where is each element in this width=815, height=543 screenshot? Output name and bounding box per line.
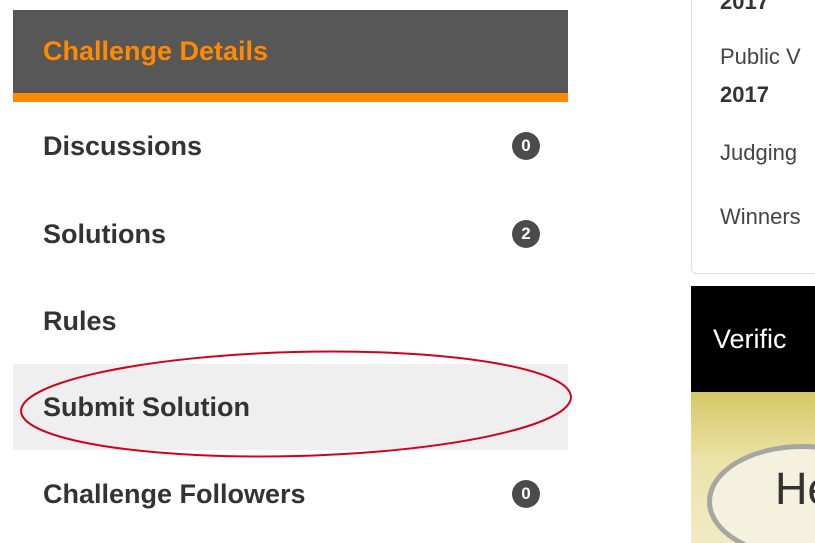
count-badge: 2 <box>512 220 540 248</box>
bubble-text: He <box>775 463 815 514</box>
challenge-dates-panel: 2017 Public V 2017 Judging Winners <box>691 0 815 274</box>
date-text: 2017 <box>720 0 769 14</box>
sidebar-item-label: Discussions <box>43 130 203 161</box>
judging-label: Judging <box>720 140 798 165</box>
challenge-sidebar: Challenge Details Discussions 0 Solution… <box>13 10 568 538</box>
public-voting-label: Public V <box>720 44 801 69</box>
verification-title: Verific <box>691 286 815 392</box>
sidebar-item-label: Solutions <box>43 218 166 249</box>
count-badge: 0 <box>512 480 540 508</box>
sidebar-header[interactable]: Challenge Details <box>13 10 568 102</box>
sidebar-item-label: Challenge Followers <box>43 478 306 509</box>
sidebar-item-rules[interactable]: Rules <box>13 278 568 364</box>
sidebar-item-label: Submit Solution <box>43 391 250 422</box>
sidebar-item-challenge-followers[interactable]: Challenge Followers 0 <box>13 450 568 538</box>
public-voting-year: 2017 <box>720 82 769 107</box>
sidebar-header-label: Challenge Details <box>43 36 269 66</box>
sidebar-item-submit-solution[interactable]: Submit Solution <box>13 364 568 450</box>
count-badge: 0 <box>512 132 540 160</box>
sidebar-item-discussions[interactable]: Discussions 0 <box>13 102 568 190</box>
sidebar-item-solutions[interactable]: Solutions 2 <box>13 190 568 278</box>
verification-video-panel[interactable]: Verific He <box>691 286 815 543</box>
winners-label: Winners <box>720 204 801 229</box>
video-thumbnail[interactable]: He <box>691 392 815 543</box>
sidebar-item-label: Rules <box>43 305 117 336</box>
